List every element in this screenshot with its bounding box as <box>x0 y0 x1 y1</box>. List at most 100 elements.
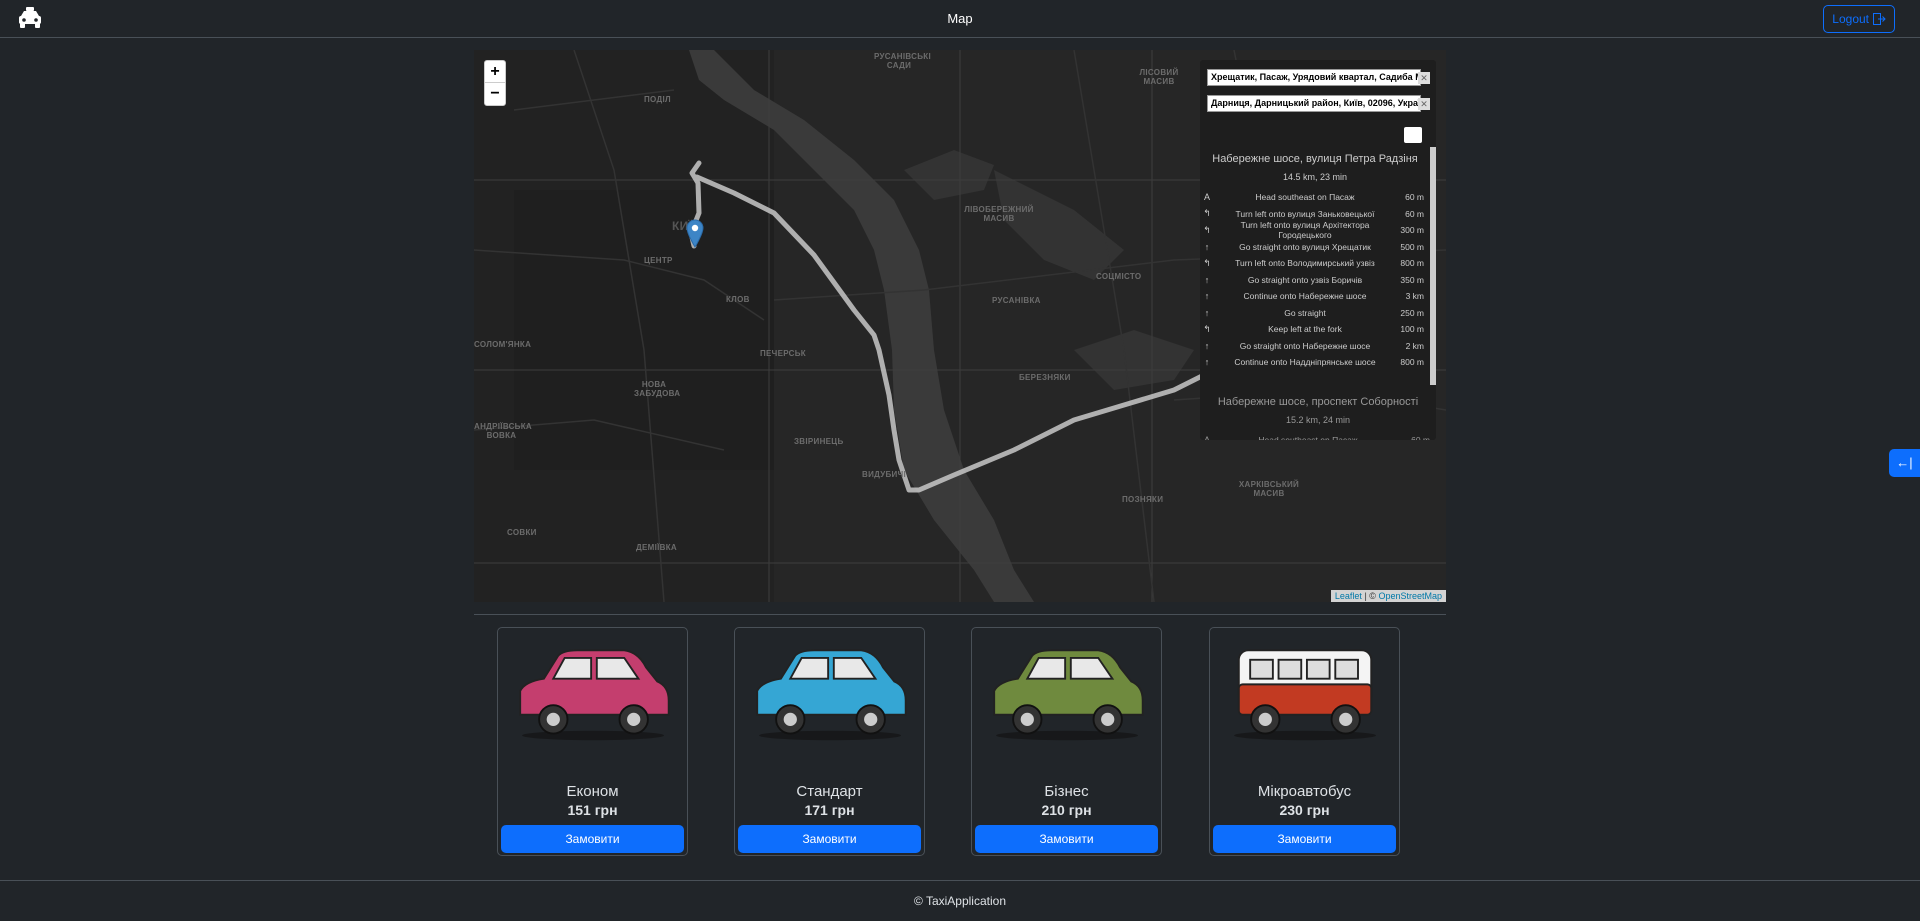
route-to-input[interactable]: Дарниця, Дарницький район, Київ, 02096, … <box>1207 95 1421 112</box>
divider <box>474 614 1446 615</box>
step-distance: 800 m <box>1400 258 1424 269</box>
route-step[interactable]: ↑ Go straight onto вулиця Хрещатик 500 m <box>1200 239 1430 256</box>
route-title: Набережне шосе, вулиця Петра Радзіня <box>1212 153 1418 165</box>
map-label: СОЛОМ'ЯНКА <box>474 340 532 349</box>
direction-icon: ↑ <box>1204 307 1210 318</box>
route-summary: 15.2 km, 24 min <box>1285 415 1351 425</box>
zoom-control: + − <box>484 60 506 106</box>
logout-icon <box>1873 13 1886 25</box>
direction-icon: ↑ <box>1204 340 1210 351</box>
tariff-name: Економ <box>566 783 619 800</box>
map-label: ЛІВОБЕРЕЖНИЙ МАСИВ <box>964 205 1034 223</box>
step-distance: 500 m <box>1400 241 1424 252</box>
tariff-name: Стандарт <box>796 783 863 800</box>
leaflet-link[interactable]: Leaflet <box>1335 591 1362 601</box>
logout-label: Logout <box>1832 12 1869 26</box>
zoom-in-button[interactable]: + <box>485 61 505 83</box>
route-step[interactable]: ↑ Go straight onto узвіз Боричів 350 m <box>1200 272 1430 289</box>
tariff-card: Стандарт 171 грн Замовити <box>734 627 925 856</box>
collapse-panel-button[interactable]: ←| <box>1889 449 1920 477</box>
route-alternative-2[interactable]: Набережне шосе, проспект Соборності 15.2… <box>1200 390 1436 440</box>
car-image <box>993 649 1144 741</box>
map-label: РУСАНІВКА <box>992 296 1041 305</box>
route-step[interactable]: ↰ Keep left at the fork 100 m <box>1200 321 1430 338</box>
map-label: РУСАНІВСЬКІ САДИ <box>874 52 931 70</box>
remove-waypoint-icon[interactable]: ✕ <box>1418 72 1430 84</box>
direction-icon: ↰ <box>1203 208 1211 219</box>
direction-icon: ↰ <box>1203 224 1211 235</box>
order-button[interactable]: Замовити <box>501 825 684 853</box>
zoom-out-button[interactable]: − <box>485 83 505 105</box>
logout-button[interactable]: Logout <box>1823 5 1895 33</box>
step-text: Turn left onto Володимирський узвіз <box>1235 258 1375 269</box>
map-label: ХАРКІВСЬКИЙ МАСИВ <box>1238 480 1300 498</box>
step-text: Go straight onto вулиця Хрещатик <box>1239 241 1371 252</box>
routing-panel: Хрещатик, Пасаж, Урядовий квартал, Садиб… <box>1200 60 1436 440</box>
map-label: КЛОВ <box>726 295 750 304</box>
route-step[interactable]: ↰ Turn left onto Володимирський узвіз 800 … <box>1200 255 1430 272</box>
tariff-price: 171 грн <box>804 802 855 818</box>
step-text: Go straight onto узвіз Боричів <box>1247 274 1363 285</box>
step-distance: 60 m <box>1402 435 1436 440</box>
car-image <box>519 649 670 741</box>
map-label: ПОДІЛ <box>644 95 671 104</box>
step-text: Head southeast on Пасаж <box>1214 435 1402 440</box>
tariff-price: 230 грн <box>1279 802 1330 818</box>
attribution-separator: | © <box>1364 591 1376 601</box>
route-step[interactable]: ↑ Go straight onto Набережне шосе 2 km <box>1200 338 1430 355</box>
tariff-price: 151 грн <box>567 802 618 818</box>
map-attribution: Leaflet | © OpenStreetMap <box>1330 590 1446 602</box>
map-label: ПОЗНЯКИ <box>1122 495 1164 504</box>
step-distance: 2 km <box>1405 340 1424 351</box>
step-text: Continue onto Наддніпрянське шосе <box>1234 357 1376 368</box>
add-waypoint-button[interactable] <box>1404 127 1422 143</box>
direction-icon: ↑ <box>1204 274 1210 285</box>
route-step[interactable]: ↑ Continue onto Набережне шосе 3 km <box>1200 288 1430 305</box>
step-distance: 60 m <box>1405 192 1424 203</box>
tariff-card: Економ 151 грн Замовити <box>497 627 688 856</box>
step-distance: 800 m <box>1400 357 1424 368</box>
map-label: ЦЕНТР <box>644 256 673 265</box>
order-button[interactable]: Замовити <box>975 825 1158 853</box>
step-text: Head southeast on Пасаж <box>1255 192 1355 203</box>
direction-icon: ↑ <box>1204 291 1210 302</box>
direction-icon: A <box>1203 192 1210 203</box>
tariff-name: Мікроавтобус <box>1257 783 1352 800</box>
map-label: ВИДУБИЧІ <box>862 470 907 479</box>
tariff-name: Бізнес <box>1044 783 1089 800</box>
route-instructions: AHead southeast on Пасаж60 m <box>1200 432 1436 440</box>
direction-icon: ↑ <box>1204 357 1210 368</box>
step-distance: 60 m <box>1405 208 1424 219</box>
location-pin-icon[interactable] <box>686 218 704 253</box>
top-navbar: Map Logout <box>0 0 1920 38</box>
route-step[interactable]: ↑ Go straight 250 m <box>1200 305 1430 322</box>
step-text: Go straight onto Набережне шосе <box>1239 340 1371 351</box>
route-step[interactable]: A Head southeast on Пасаж 60 m <box>1200 189 1430 206</box>
order-button[interactable]: Замовити <box>738 825 921 853</box>
step-text: Turn left onto вулиця Заньковецької <box>1235 208 1375 219</box>
osm-link[interactable]: OpenStreetMap <box>1378 591 1442 601</box>
route-from-input[interactable]: Хрещатик, Пасаж, Урядовий квартал, Садиб… <box>1207 69 1421 86</box>
footer: © TaxiApplication <box>0 880 1920 921</box>
step-text: Go straight <box>1284 307 1326 318</box>
step-distance: 3 km <box>1405 291 1424 302</box>
route-step[interactable]: ↰ Turn left onto вулиця Архітектора Город… <box>1200 220 1430 240</box>
route-step[interactable]: AHead southeast on Пасаж60 m <box>1200 432 1436 440</box>
map-label: СОЦМІСТО <box>1096 272 1142 281</box>
step-distance: 250 m <box>1400 307 1424 318</box>
map-label: БЕРЕЗНЯКИ <box>1019 373 1071 382</box>
map-label: ДЕМІЇВКА <box>636 543 677 552</box>
map-view[interactable]: ПОДІЛ РУСАНІВСЬКІ САДИ ЛІСОВИЙ МАСИВ КИЇ… <box>474 50 1446 602</box>
map-label: ЗВІРИНЕЦЬ <box>794 437 844 446</box>
step-text: Continue onto Набережне шосе <box>1243 291 1367 302</box>
route-title: Набережне шосе, проспект Соборності <box>1217 396 1419 408</box>
direction-icon: ↰ <box>1203 257 1211 268</box>
step-text: Keep left at the fork <box>1268 324 1342 335</box>
direction-icon: ↰ <box>1203 323 1211 334</box>
route-summary: 14.5 km, 23 min <box>1282 172 1348 182</box>
route-step[interactable]: ↑ Continue onto Наддніпрянське шосе 800 m <box>1200 354 1430 371</box>
route-alternative-1[interactable]: Набережне шосе, вулиця Петра Радзіня 14.… <box>1200 147 1436 385</box>
remove-waypoint-icon[interactable]: ✕ <box>1418 98 1430 110</box>
order-button[interactable]: Замовити <box>1213 825 1396 853</box>
map-label: СОВКИ <box>507 528 537 537</box>
